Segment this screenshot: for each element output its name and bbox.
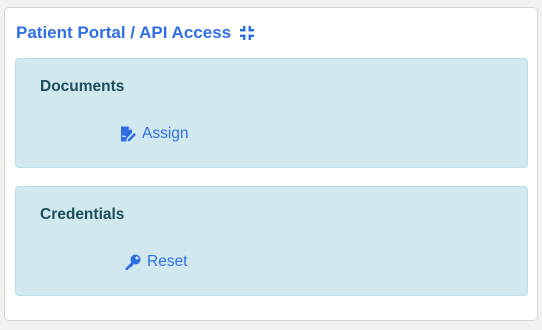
- documents-title: Documents: [40, 78, 125, 95]
- assign-label: Assign: [142, 125, 189, 142]
- credentials-section: Credentials Reset: [15, 186, 528, 296]
- reset-label: Reset: [147, 253, 188, 270]
- reset-credentials-link[interactable]: Reset: [124, 253, 188, 271]
- key-icon: [124, 253, 142, 271]
- card-header: Patient Portal / API Access: [16, 21, 255, 45]
- card-title: Patient Portal / API Access: [16, 23, 232, 42]
- assign-document-link[interactable]: Assign: [119, 125, 189, 143]
- documents-section: Documents Assign: [15, 58, 528, 168]
- credentials-title: Credentials: [40, 206, 125, 223]
- compress-icon[interactable]: [239, 25, 255, 41]
- file-signature-icon: [119, 125, 137, 143]
- patient-portal-card: Patient Portal / API Access Documents As…: [4, 7, 538, 321]
